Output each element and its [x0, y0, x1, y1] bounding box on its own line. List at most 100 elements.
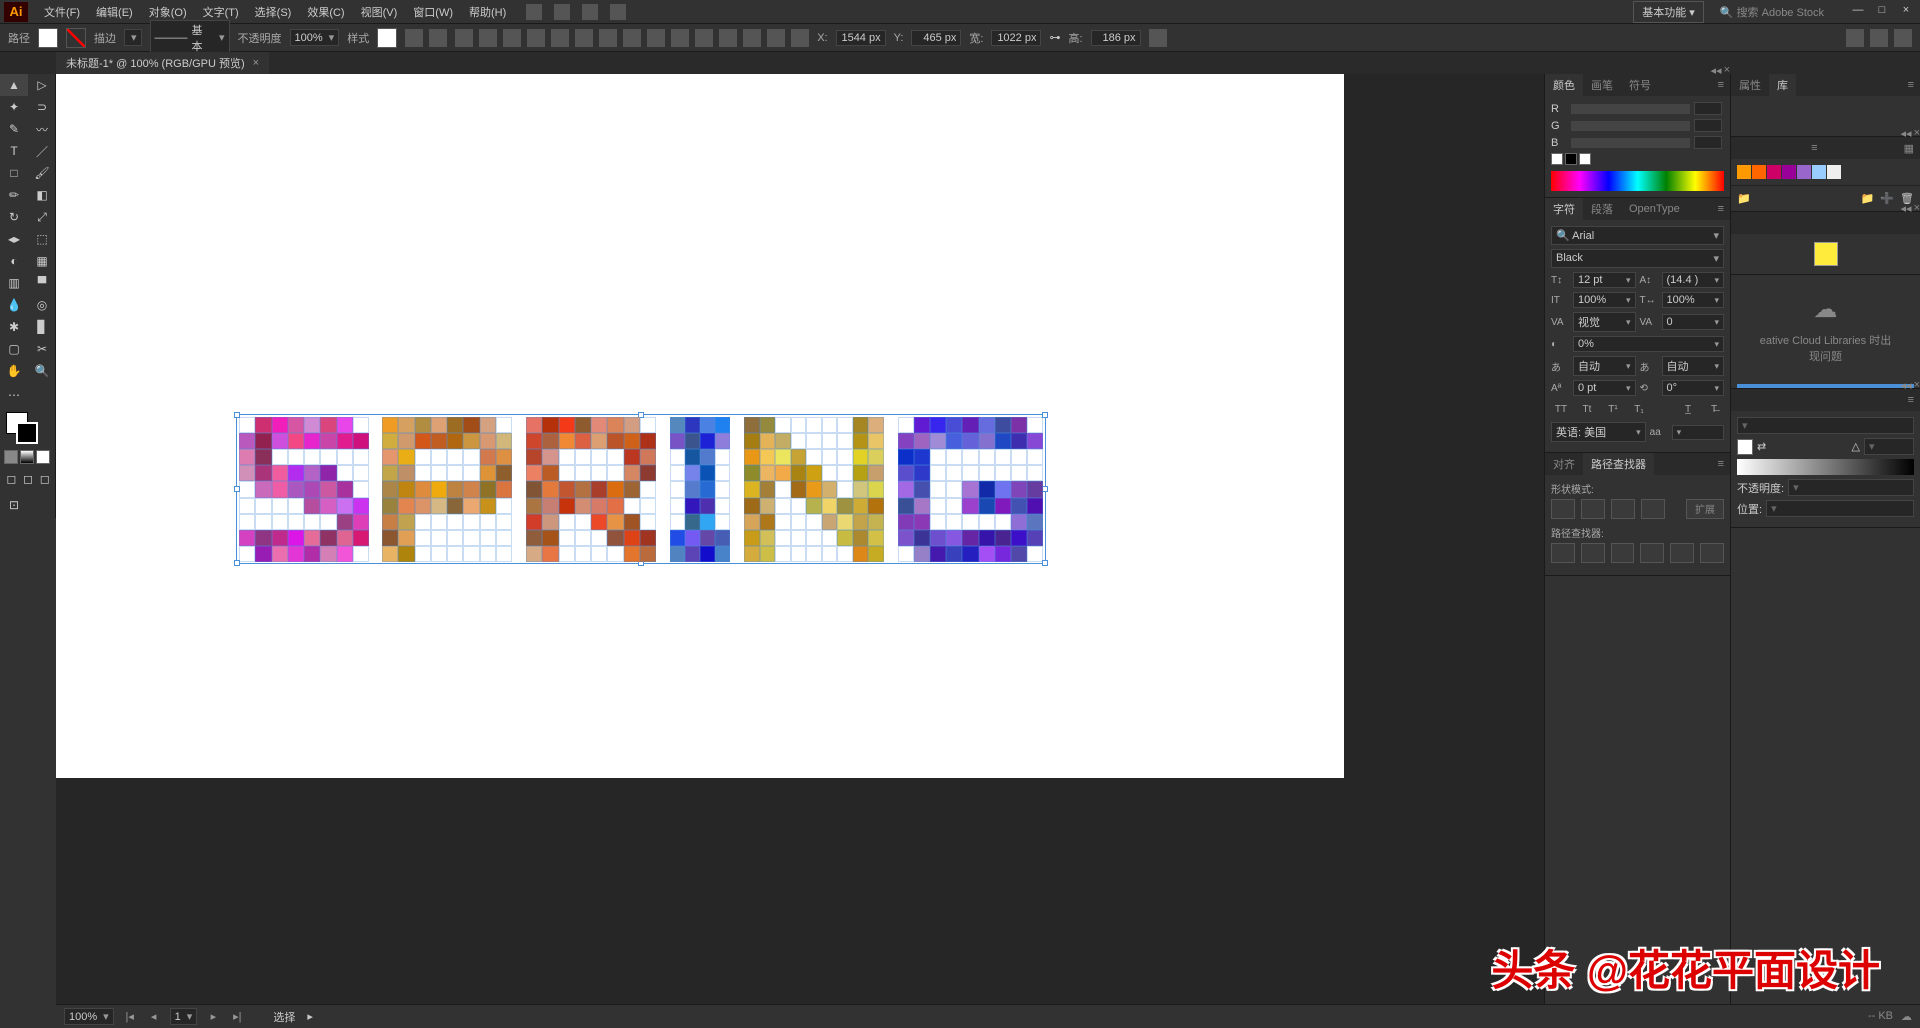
kerning[interactable]: 视觉: [1573, 312, 1636, 332]
new-group-icon[interactable]: 📁: [1861, 192, 1875, 205]
align-left-icon[interactable]: [455, 29, 473, 47]
isolate-icon[interactable]: [1846, 29, 1864, 47]
x-input[interactable]: [836, 30, 886, 46]
stroke-swatch[interactable]: [66, 28, 86, 48]
close-panel-icon[interactable]: ×: [1724, 64, 1730, 77]
options-icon[interactable]: [1894, 29, 1912, 47]
shape-builder-tool[interactable]: ◐: [0, 250, 28, 272]
g-slider[interactable]: [1571, 121, 1690, 131]
distribute-right-icon[interactable]: [695, 29, 713, 47]
black-swatch[interactable]: [1565, 153, 1577, 165]
swatch[interactable]: [1767, 165, 1781, 179]
transform-ref-icon[interactable]: [791, 29, 809, 47]
hand-tool[interactable]: ✋: [0, 360, 28, 382]
tab-library[interactable]: 库: [1769, 74, 1796, 96]
gpu-icon[interactable]: [610, 4, 626, 20]
recolor-icon[interactable]: [405, 29, 423, 47]
panel-menu-icon[interactable]: ≡: [1902, 394, 1920, 406]
search-stock[interactable]: 🔍 搜索 Adobe Stock: [1712, 2, 1832, 22]
h-input[interactable]: [1091, 30, 1141, 46]
type-tool[interactable]: T: [0, 140, 28, 162]
stroke-profile[interactable]: ——— 基本: [150, 20, 230, 56]
draw-normal[interactable]: ◻: [4, 468, 19, 490]
tab-character[interactable]: 字符: [1545, 198, 1583, 220]
artboard-nav[interactable]: 1: [170, 1008, 198, 1025]
maximize-button[interactable]: □: [1872, 4, 1892, 20]
distribute-h-icon[interactable]: [599, 29, 617, 47]
list-view-icon[interactable]: ≡: [1805, 142, 1823, 154]
symbol-sprayer-tool[interactable]: ✱: [0, 316, 28, 338]
trim-btn[interactable]: [1581, 543, 1605, 563]
draw-inside[interactable]: ◻: [37, 468, 52, 490]
h-scale[interactable]: 100%: [1662, 292, 1725, 308]
canvas-area[interactable]: [56, 74, 1544, 1004]
screen-mode[interactable]: ⊡: [0, 492, 28, 518]
tab-paragraph[interactable]: 段落: [1583, 198, 1621, 220]
panel-menu-icon[interactable]: ≡: [1712, 458, 1730, 470]
divide-btn[interactable]: [1551, 543, 1575, 563]
distribute-vcenter-icon[interactable]: [743, 29, 761, 47]
eyedropper-tool[interactable]: 💧: [0, 294, 28, 316]
align-right-icon[interactable]: [503, 29, 521, 47]
outline-btn[interactable]: [1670, 543, 1694, 563]
symbol-thumbnail[interactable]: [1814, 242, 1838, 266]
zoom-level[interactable]: 100%: [64, 1008, 114, 1025]
bridge-icon[interactable]: [526, 4, 542, 20]
grad-opacity[interactable]: [1788, 479, 1914, 496]
menu-help[interactable]: 帮助(H): [461, 0, 514, 24]
auto2[interactable]: 自动: [1662, 356, 1725, 376]
first-artboard-btn[interactable]: |◂: [122, 1010, 138, 1023]
mesh-tool[interactable]: ▥: [0, 272, 28, 294]
swatch[interactable]: [1812, 165, 1826, 179]
r-slider[interactable]: [1571, 104, 1690, 114]
next-artboard-btn[interactable]: ▸: [205, 1010, 221, 1023]
shape-options-icon[interactable]: [1149, 29, 1167, 47]
fill-swatch[interactable]: [38, 28, 58, 48]
distribute-left-icon[interactable]: [647, 29, 665, 47]
menu-view[interactable]: 视图(V): [353, 0, 406, 24]
align-hcenter-icon[interactable]: [479, 29, 497, 47]
stroke-weight[interactable]: [124, 29, 142, 46]
tab-pathfinder[interactable]: 路径查找器: [1583, 453, 1654, 475]
b-input[interactable]: [1694, 136, 1722, 149]
minus-front-btn[interactable]: [1581, 499, 1605, 519]
style-swatch[interactable]: [377, 28, 397, 48]
smallcaps-btn[interactable]: Tt: [1577, 400, 1597, 418]
blend-tool[interactable]: ◎: [28, 294, 56, 316]
none-swatch[interactable]: [1551, 153, 1563, 165]
direct-selection-tool[interactable]: ▷: [28, 74, 56, 96]
exclude-btn[interactable]: [1641, 499, 1665, 519]
v-scale[interactable]: 100%: [1573, 292, 1636, 308]
minus-back-btn[interactable]: [1700, 543, 1724, 563]
new-swatch-icon[interactable]: ➕: [1880, 192, 1894, 205]
expand-btn[interactable]: 扩展: [1686, 499, 1724, 519]
underline-btn[interactable]: T̲: [1678, 400, 1698, 418]
superscript-btn[interactable]: T¹: [1603, 400, 1623, 418]
curvature-tool[interactable]: 〰: [28, 118, 56, 140]
collapse-icon[interactable]: ◂◂: [1711, 64, 1722, 77]
minimize-button[interactable]: —: [1848, 4, 1868, 20]
align-icon[interactable]: [429, 29, 447, 47]
collapse-icon[interactable]: ◂◂: [1901, 202, 1912, 215]
prev-artboard-btn[interactable]: ◂: [146, 1010, 162, 1023]
color-mode-gradient[interactable]: [20, 450, 34, 464]
pencil-tool[interactable]: ✏: [0, 184, 28, 206]
collapse-icon[interactable]: ◂◂: [1901, 379, 1912, 392]
width-tool[interactable]: ◂▸: [0, 228, 28, 250]
crop-btn[interactable]: [1640, 543, 1664, 563]
swatch[interactable]: [1782, 165, 1796, 179]
tab-color[interactable]: 颜色: [1545, 74, 1583, 96]
menu-file[interactable]: 文件(F): [36, 0, 88, 24]
tab-brushes[interactable]: 画笔: [1583, 74, 1621, 96]
w-input[interactable]: [991, 30, 1041, 46]
font-size[interactable]: 12 pt: [1573, 272, 1636, 288]
eraser-tool[interactable]: ◧: [28, 184, 56, 206]
swatch[interactable]: [1752, 165, 1766, 179]
document-tab[interactable]: 未标题-1* @ 100% (RGB/GPU 预览) ×: [56, 52, 269, 74]
edit-toolbar[interactable]: ⋯: [0, 382, 28, 408]
link-wh-icon[interactable]: ⊶: [1049, 31, 1060, 44]
tab-properties[interactable]: 属性: [1731, 74, 1769, 96]
color-mode-solid[interactable]: [4, 450, 18, 464]
fill-stroke-indicator[interactable]: [0, 408, 56, 448]
tab-align[interactable]: 对齐: [1545, 453, 1583, 475]
